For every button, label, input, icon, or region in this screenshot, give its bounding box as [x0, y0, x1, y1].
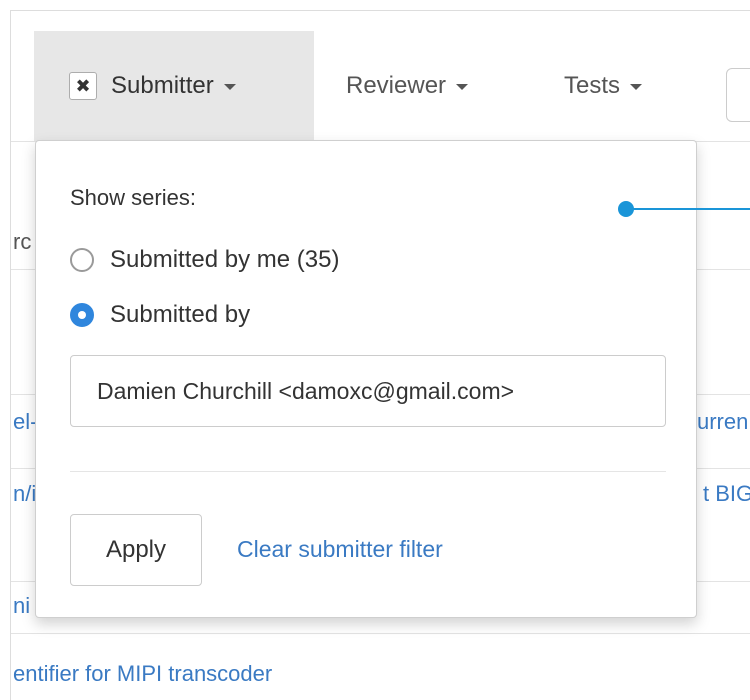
- search-input[interactable]: [726, 68, 750, 122]
- submitter-filter-dropdown[interactable]: ✖ Submitter: [34, 31, 314, 141]
- popover-heading: Show series:: [70, 185, 196, 210]
- reviewer-filter-label: Reviewer: [346, 72, 447, 99]
- submitter-input[interactable]: [70, 355, 666, 427]
- divider: [70, 471, 666, 472]
- radio-submitted-by[interactable]: Submitted by: [70, 301, 250, 329]
- table-link[interactable]: entifier for MIPI transcoder: [13, 661, 272, 687]
- clear-submitter-filter-link[interactable]: Clear submitter filter: [237, 536, 443, 563]
- reviewer-filter-dropdown[interactable]: Reviewer: [346, 31, 469, 141]
- table-link[interactable]: t BIG: [703, 481, 750, 507]
- radio-label: Submitted by me (35): [110, 246, 340, 273]
- app-frame: rc el- urren n/i t BIG ni entifier for M…: [10, 10, 750, 700]
- table-link[interactable]: urren: [697, 409, 748, 435]
- chevron-down-icon: [630, 84, 643, 90]
- table-divider: [11, 633, 750, 634]
- callout-line: [631, 208, 750, 210]
- close-icon[interactable]: ✖: [69, 72, 97, 100]
- table-link[interactable]: n/i: [13, 481, 36, 507]
- tests-filter-dropdown[interactable]: Tests: [564, 31, 643, 141]
- submitter-filter-popover: Show series: Submitted by me (35) Submit…: [35, 140, 697, 618]
- chevron-down-icon: [223, 84, 236, 90]
- radio-button[interactable]: [70, 303, 94, 327]
- radio-submitted-by-me[interactable]: Submitted by me (35): [70, 246, 339, 274]
- radio-button[interactable]: [70, 248, 94, 272]
- table-cell: rc: [13, 229, 32, 254]
- submitter-filter-label: Submitter: [111, 72, 214, 99]
- tests-filter-label: Tests: [564, 72, 621, 99]
- table-link[interactable]: el-: [13, 409, 37, 435]
- radio-label: Submitted by: [110, 301, 251, 328]
- filter-navbar: ✖ Submitter Reviewer Tests: [11, 31, 750, 141]
- chevron-down-icon: [456, 84, 469, 90]
- apply-button[interactable]: Apply: [70, 514, 202, 586]
- table-link[interactable]: ni: [13, 593, 30, 619]
